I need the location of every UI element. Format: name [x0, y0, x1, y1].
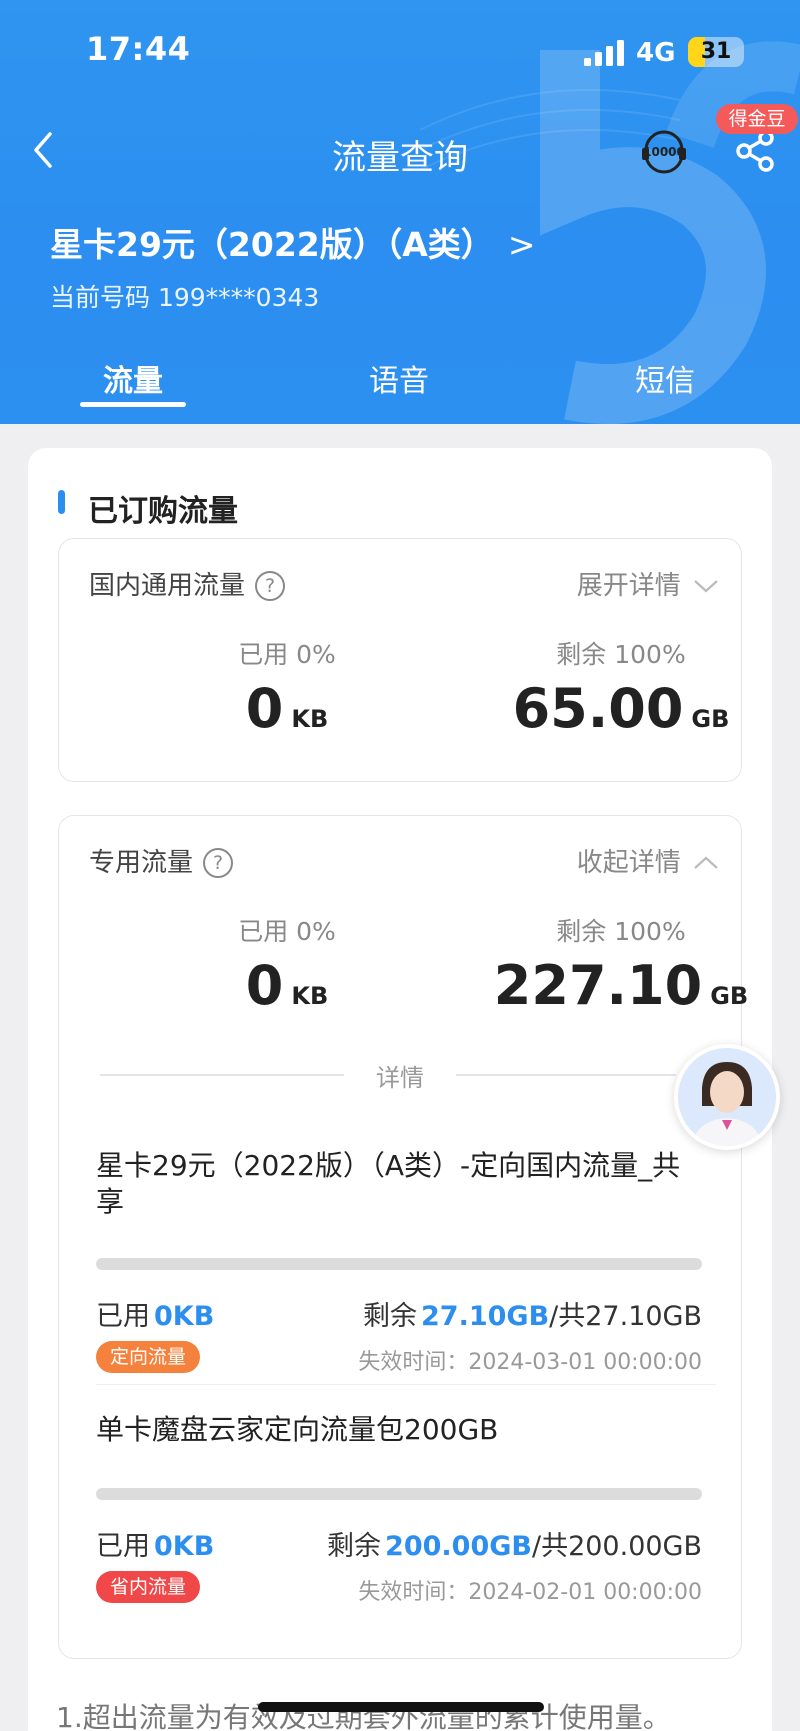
- divider-right: [456, 1074, 676, 1076]
- targeted-data-tag: 定向流量: [96, 1341, 201, 1373]
- used-amount-number: 0: [245, 954, 284, 1017]
- usage-progress-bar: [96, 1488, 702, 1500]
- used-percent-label: 已用 0%: [238, 640, 336, 669]
- used-percent-label: 已用 0%: [238, 917, 336, 946]
- used-prefix: 已用: [96, 1531, 150, 1562]
- used-line: 已用 0KB: [96, 1294, 214, 1333]
- dedicated-data-label-text: 专用流量: [89, 848, 194, 878]
- collapse-details-toggle[interactable]: 收起详情: [577, 842, 719, 879]
- expire-time: 失效时间：2024-02-01 00:00:00: [358, 1580, 702, 1605]
- expire-time: 失效时间：2024-03-01 00:00:00: [358, 1350, 702, 1375]
- active-tab-indicator: [80, 402, 186, 407]
- customer-service-icon[interactable]: 10000: [638, 124, 690, 176]
- used-amount: 0 KB: [137, 677, 437, 740]
- plan-name-text: 星卡29元（2022版）（A类）: [50, 225, 494, 264]
- remain-amount-number: 227.10: [493, 954, 703, 1017]
- used-line: 已用 0KB: [96, 1524, 214, 1563]
- usage-progress-bar: [96, 1258, 702, 1270]
- help-icon[interactable]: ?: [255, 571, 286, 601]
- package-item-name: 单卡魔盘云家定向流量包200GB: [96, 1413, 499, 1446]
- battery-level: 31: [700, 39, 732, 64]
- section-title: 已订购流量: [88, 494, 238, 529]
- remain-percent-label: 剩余 100%: [556, 640, 686, 669]
- assistant-avatar[interactable]: [674, 1044, 780, 1150]
- row-separator: [96, 1384, 716, 1385]
- battery-icon: 31: [688, 37, 744, 67]
- used-amount-unit: KB: [291, 705, 329, 733]
- total-value: /共27.10GB: [549, 1301, 702, 1332]
- signal-icon: [584, 40, 624, 66]
- package-item-name: 星卡29元（2022版）（A类）-定向国内流量_共享: [96, 1149, 681, 1218]
- tab-sms[interactable]: 短信: [585, 356, 745, 400]
- header: 17:44 4G 31 流量查询 10000 得金豆 星卡29元（2022版）（…: [0, 0, 800, 424]
- remain-prefix: 剩余: [363, 1301, 417, 1332]
- remain-amount-unit: GB: [691, 705, 730, 733]
- help-icon[interactable]: ?: [203, 848, 234, 878]
- section-accent: [58, 490, 65, 514]
- home-indicator: [258, 1702, 544, 1712]
- provincial-data-tag: 省内流量: [96, 1571, 201, 1603]
- domestic-data-label-text: 国内通用流量: [89, 571, 246, 601]
- assistant-portrait-icon: [678, 1048, 776, 1146]
- remain-amount: 65.00 GB: [471, 677, 771, 740]
- used-amount-unit: KB: [291, 982, 329, 1010]
- chevron-down-icon: [694, 580, 718, 593]
- tab-bar: 流量 语音 短信: [0, 352, 800, 412]
- used-prefix: 已用: [96, 1301, 150, 1332]
- plan-name[interactable]: 星卡29元（2022版）（A类） >: [50, 218, 535, 266]
- gold-bean-badge[interactable]: 得金豆: [716, 104, 798, 134]
- support-icon-label: 10000: [643, 145, 685, 159]
- network-type: 4G: [636, 38, 676, 68]
- remain-amount: 227.10 GB: [471, 954, 771, 1017]
- used-amount: 0 KB: [137, 954, 437, 1017]
- remain-percent-label: 剩余 100%: [556, 917, 686, 946]
- expand-details-toggle[interactable]: 展开详情: [577, 565, 719, 602]
- remain-line: 剩余 200.00GB/共200.00GB: [327, 1524, 702, 1563]
- domestic-data-label: 国内通用流量?: [89, 565, 286, 602]
- dedicated-data-label: 专用流量?: [89, 842, 234, 879]
- used-value: 0KB: [154, 1301, 215, 1332]
- collapse-details-label: 收起详情: [576, 848, 681, 878]
- remain-amount-unit: GB: [710, 982, 749, 1010]
- remain-amount-number: 65.00: [512, 677, 684, 740]
- chevron-right-icon: >: [507, 225, 536, 264]
- remain-value: 200.00GB: [385, 1531, 532, 1562]
- total-value: /共200.00GB: [531, 1531, 702, 1562]
- chevron-up-icon: [694, 856, 718, 869]
- tab-data[interactable]: 流量: [53, 356, 213, 400]
- expand-details-label: 展开详情: [576, 571, 681, 601]
- nav-bar: 流量查询 10000: [0, 110, 800, 190]
- domestic-data-box: 国内通用流量? 展开详情 已用 0% 0 KB 剩余 100% 65.00 GB: [58, 538, 742, 782]
- current-phone: 当前号码 199****0343: [50, 283, 320, 312]
- used-amount-number: 0: [245, 677, 284, 740]
- status-time: 17:44: [86, 30, 191, 68]
- tab-voice[interactable]: 语音: [319, 356, 479, 400]
- used-value: 0KB: [154, 1531, 215, 1562]
- remain-value: 27.10GB: [421, 1301, 550, 1332]
- remain-line: 剩余 27.10GB/共27.10GB: [363, 1294, 702, 1333]
- status-bar: 17:44 4G 31: [0, 0, 800, 100]
- remain-prefix: 剩余: [327, 1531, 382, 1562]
